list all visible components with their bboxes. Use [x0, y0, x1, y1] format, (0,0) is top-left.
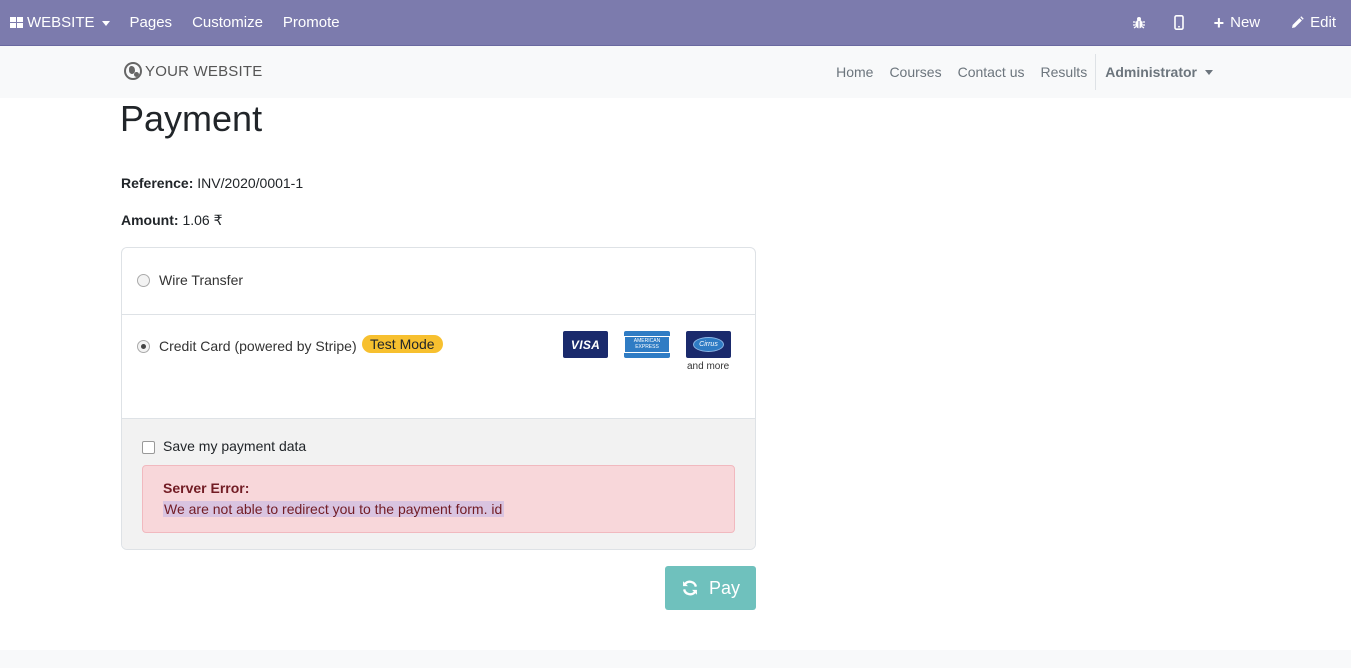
bug-icon	[1132, 16, 1145, 29]
caret-down-icon	[1205, 70, 1213, 75]
cirrus-logo-text: Cirrus	[693, 337, 724, 352]
site-header: YOUR WEBSITE Home Courses Contact us Res…	[0, 46, 1351, 98]
reference-value: INV/2020/0001-1	[197, 175, 304, 191]
top-bar-left: WEBSITE Pages Customize Promote	[0, 0, 350, 45]
site-logo[interactable]: YOUR WEBSITE	[124, 62, 262, 80]
mobile-icon	[1173, 15, 1184, 30]
save-payment-label[interactable]: Save my payment data	[163, 438, 306, 454]
page-title: Payment	[120, 98, 263, 139]
amex-logo: AMERICAN EXPRESS	[624, 331, 670, 358]
footer-strip	[0, 650, 1351, 668]
pay-button[interactable]: Pay	[665, 566, 756, 610]
test-mode-badge: Test Mode	[362, 335, 443, 353]
alert-message: We are not able to redirect you to the p…	[163, 501, 505, 517]
nav-contact-us[interactable]: Contact us	[950, 64, 1033, 80]
save-payment-section: Save my payment data Server Error: We ar…	[122, 419, 755, 549]
and-more-text: and more	[687, 361, 730, 372]
wire-transfer-radio[interactable]	[137, 274, 150, 287]
acquirer-wire-transfer[interactable]: Wire Transfer	[122, 248, 755, 315]
debug-button[interactable]	[1119, 0, 1159, 45]
amount-line: Amount: 1.06 ₹	[121, 212, 222, 229]
amount-value: 1.06 ₹	[182, 212, 223, 228]
edit-label: Edit	[1310, 14, 1336, 31]
refresh-icon	[682, 580, 697, 596]
alert-title: Server Error:	[163, 480, 250, 496]
amount-label: Amount:	[121, 212, 179, 228]
new-button[interactable]: + New	[1199, 0, 1276, 45]
edit-button[interactable]: Edit	[1275, 0, 1351, 45]
pay-button-label: Pay	[708, 577, 741, 598]
wire-transfer-label: Wire Transfer	[159, 272, 244, 288]
caret-down-icon	[101, 20, 110, 26]
cirrus-logo: Cirrus	[686, 331, 731, 358]
website-menu-label: WEBSITE	[27, 14, 95, 31]
visa-logo: VISA	[563, 331, 608, 358]
user-menu[interactable]: Administrator	[1096, 64, 1223, 80]
admin-top-bar: WEBSITE Pages Customize Promote + New Ed…	[0, 0, 1351, 46]
save-payment-checkbox[interactable]	[142, 441, 155, 454]
nav-courses[interactable]: Courses	[881, 64, 949, 80]
website-menu-button[interactable]: WEBSITE	[0, 0, 120, 45]
globe-icon	[124, 62, 142, 80]
new-label: New	[1230, 14, 1261, 31]
amex-logo-text: AMERICAN EXPRESS	[624, 336, 670, 353]
pencil-icon	[1292, 15, 1304, 28]
credit-card-radio[interactable]	[137, 340, 150, 353]
nav-results[interactable]: Results	[1033, 64, 1096, 80]
reference-label: Reference:	[121, 175, 194, 191]
reference-line: Reference: INV/2020/0001-1	[121, 175, 303, 191]
nav-home[interactable]: Home	[828, 64, 881, 80]
promote-menu[interactable]: Promote	[273, 0, 350, 45]
top-bar-right: + New Edit	[1119, 0, 1351, 45]
apps-grid-icon	[10, 17, 23, 28]
credit-card-label: Credit Card (powered by Stripe)	[159, 338, 357, 354]
logo-text: YOUR WEBSITE	[145, 62, 263, 80]
customize-menu[interactable]: Customize	[182, 0, 273, 45]
payment-acquirer-card: Wire Transfer Credit Card (powered by St…	[121, 247, 756, 550]
server-error-alert: Server Error: We are not able to redirec…	[142, 465, 735, 533]
main-nav: Home Courses Contact us Results Administ…	[828, 46, 1223, 98]
pages-menu[interactable]: Pages	[120, 0, 183, 45]
mobile-preview-button[interactable]	[1159, 0, 1199, 45]
user-name: Administrator	[1105, 64, 1197, 80]
acquirer-credit-card[interactable]: Credit Card (powered by Stripe) Test Mod…	[122, 315, 755, 419]
plus-icon: +	[1213, 12, 1225, 33]
